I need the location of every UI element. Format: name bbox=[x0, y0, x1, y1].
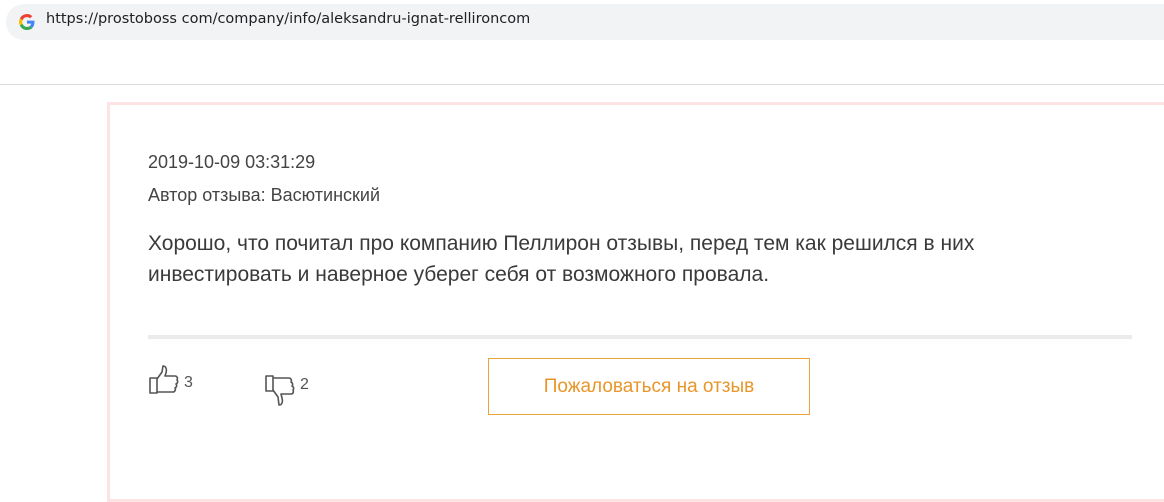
thumbs-down-icon bbox=[264, 372, 296, 408]
review-author: Автор отзыва: Васютинский bbox=[148, 185, 381, 205]
dislike-button[interactable]: 2 bbox=[264, 372, 309, 408]
url-text[interactable]: https://prostoboss com/company/info/alek… bbox=[46, 11, 530, 27]
complain-button[interactable]: Пожаловаться на отзыв bbox=[488, 358, 810, 415]
address-bar[interactable]: https://prostoboss com/company/info/alek… bbox=[6, 4, 1164, 40]
thumbs-up-icon bbox=[148, 364, 180, 396]
like-button[interactable]: 3 bbox=[148, 364, 193, 396]
like-count: 3 bbox=[184, 374, 193, 391]
review-text: Хорошо, что почитал про компанию Пеллиро… bbox=[148, 232, 975, 286]
review-divider bbox=[148, 335, 1132, 339]
browser-divider bbox=[0, 84, 1164, 85]
google-g-icon bbox=[18, 13, 36, 31]
dislike-count: 2 bbox=[300, 376, 309, 393]
review-date: 2019-10-09 03:31:29 bbox=[148, 152, 316, 172]
